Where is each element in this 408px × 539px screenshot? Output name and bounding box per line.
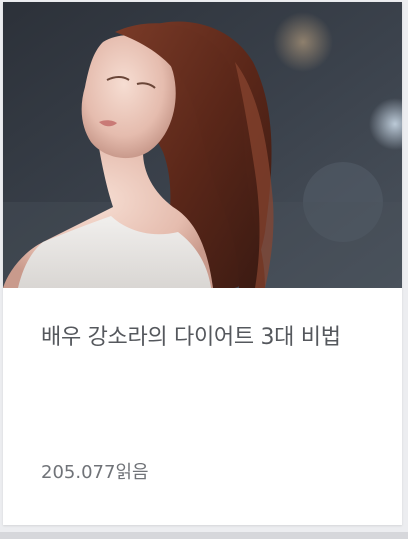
article-thumbnail[interactable] <box>3 2 402 288</box>
view-count: 205.077읽음 <box>41 458 149 484</box>
article-title[interactable]: 배우 강소라의 다이어트 3대 비법 <box>41 320 371 356</box>
next-card-edge <box>0 532 408 539</box>
article-card[interactable]: 배우 강소라의 다이어트 3대 비법 205.077읽음 <box>3 2 402 525</box>
view-count-suffix: 읽음 <box>115 462 149 483</box>
portrait-photo <box>3 2 402 288</box>
view-count-number: 205.077 <box>41 462 116 483</box>
